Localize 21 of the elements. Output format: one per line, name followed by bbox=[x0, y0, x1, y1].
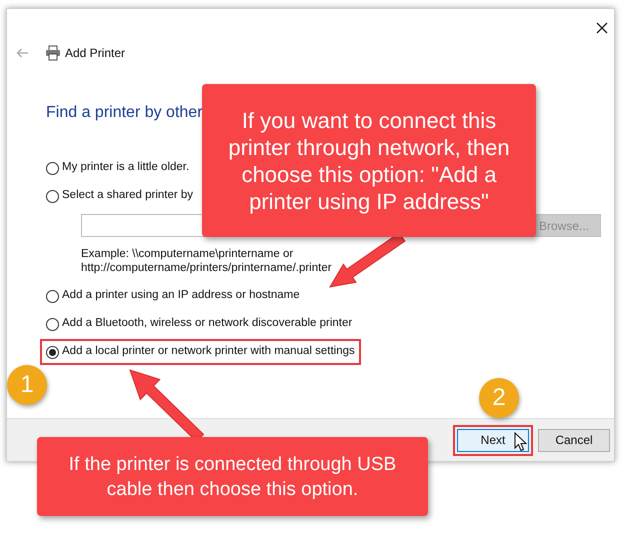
radio-option[interactable]: Add a local printer or network printer with manual settings bbox=[40, 339, 361, 365]
page-heading: Find a printer by other bbox=[46, 103, 203, 123]
radio-option[interactable]: Add a printer using an IP address or hostname bbox=[40, 283, 306, 309]
radio-button[interactable] bbox=[46, 318, 59, 330]
radio-button[interactable] bbox=[46, 290, 59, 302]
cancel-button[interactable]: Cancel bbox=[538, 428, 610, 452]
radio-option[interactable]: Add a Bluetooth, wireless or network discoverable printer bbox=[40, 311, 358, 337]
example-text: http://computername/printers/printername/.printer bbox=[81, 261, 332, 275]
radio-option[interactable]: Select a shared printer by bbox=[40, 183, 200, 209]
radio-option[interactable]: My printer is a little older. bbox=[40, 155, 196, 181]
window-title: Add Printer bbox=[65, 45, 126, 62]
callout-tooltip: If the printer is connected through USB cable then choose this option. bbox=[37, 437, 428, 516]
radio-button[interactable] bbox=[46, 162, 59, 174]
radio-button[interactable] bbox=[46, 346, 59, 358]
example-text: Example: \\computername\printername or bbox=[81, 247, 294, 261]
close-icon[interactable] bbox=[596, 22, 608, 34]
printer-icon bbox=[45, 45, 61, 61]
radio-button[interactable] bbox=[46, 190, 59, 202]
next-button[interactable]: Next bbox=[457, 428, 529, 452]
mouse-cursor-icon bbox=[514, 432, 527, 452]
callout-tooltip: If you want to connect this printer through network, then choose this option: "Add a printer using IP address" bbox=[202, 84, 536, 237]
